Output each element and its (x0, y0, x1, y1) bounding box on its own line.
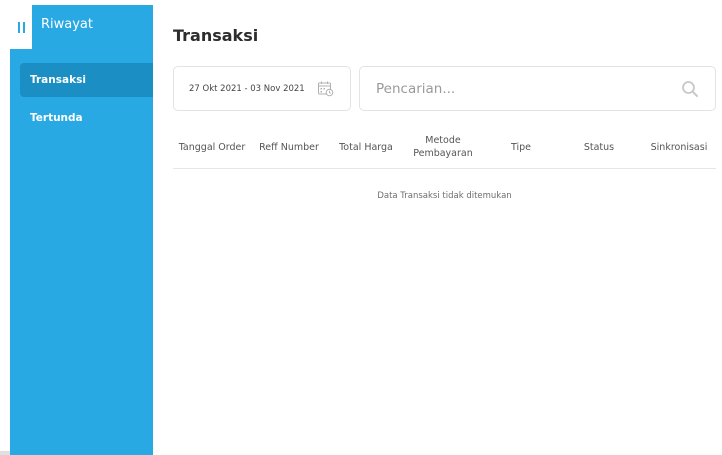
column-header-status[interactable]: Status (573, 127, 625, 169)
column-header-metode-pembayaran[interactable]: Metode Pembayaran (405, 127, 481, 169)
search-box (359, 66, 716, 111)
main-content: Transaksi 27 Okt 2021 - 03 Nov 2021 Tang… (153, 5, 722, 455)
empty-state-message: Data Transaksi tidak ditemukan (377, 191, 512, 201)
menu-toggle-icon (17, 21, 25, 33)
sidebar-title: Riwayat (41, 17, 93, 32)
search-icon[interactable] (681, 80, 699, 98)
sidebar: Riwayat Transaksi Tertunda (10, 5, 153, 455)
column-header-sinkronisasi[interactable]: Sinkronisasi (643, 127, 715, 169)
sidebar-item-label: Transaksi (30, 74, 86, 86)
sidebar-header: Riwayat (10, 5, 153, 49)
sidebar-item-label: Tertunda (30, 112, 83, 124)
column-header-tipe[interactable]: Tipe (499, 127, 543, 169)
search-input[interactable] (360, 67, 715, 110)
table-header: Tanggal Order Reff Number Total Harga Me… (173, 127, 716, 169)
page-title: Transaksi (173, 26, 259, 45)
scrollbar[interactable] (0, 451, 10, 455)
sidebar-item-tertunda[interactable]: Tertunda (20, 101, 153, 135)
date-range-picker[interactable]: 27 Okt 2021 - 03 Nov 2021 (173, 66, 351, 111)
date-range-value: 27 Okt 2021 - 03 Nov 2021 (189, 83, 305, 94)
column-header-total-harga[interactable]: Total Harga (333, 127, 399, 169)
menu-toggle-button[interactable] (10, 5, 32, 49)
sidebar-item-transaksi[interactable]: Transaksi (20, 63, 153, 97)
calendar-icon (318, 81, 334, 97)
column-header-reff-number[interactable]: Reff Number (253, 127, 325, 169)
column-header-tanggal-order[interactable]: Tanggal Order (173, 127, 251, 169)
